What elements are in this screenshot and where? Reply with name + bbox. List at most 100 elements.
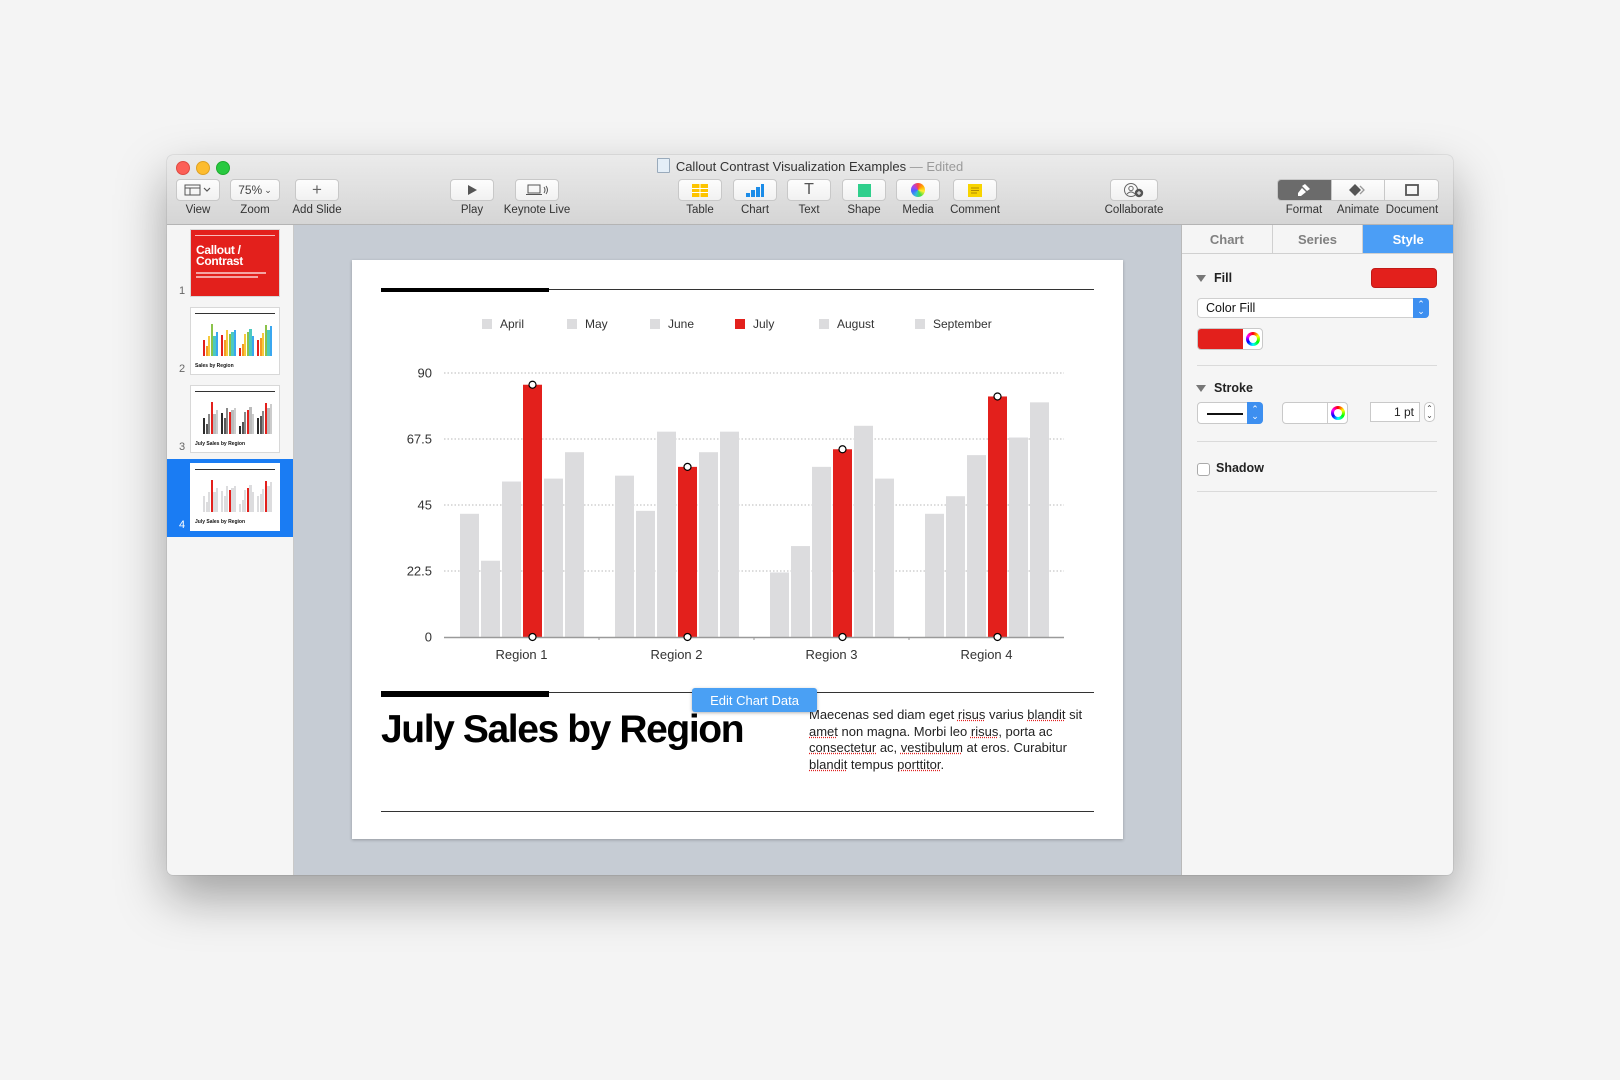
slide-3-preview: July Sales by Region (191, 386, 279, 452)
fill-color-well[interactable] (1197, 328, 1263, 350)
bar-september-region-1[interactable] (565, 452, 584, 637)
fill-color-swatch[interactable] (1371, 268, 1437, 288)
color-wheel-icon[interactable] (1246, 332, 1260, 346)
tab-chart[interactable]: Chart (1182, 225, 1273, 253)
shape-button[interactable]: Shape (842, 179, 886, 216)
bar-april-region-2[interactable] (615, 475, 634, 637)
play-button[interactable]: Play (450, 179, 494, 216)
x-tick-label: Region 2 (650, 647, 702, 662)
slide-thumbnail-4[interactable]: July Sales by Region 4 (167, 459, 293, 537)
chart-button[interactable]: Chart (733, 179, 777, 216)
body-text-run: tempus (847, 756, 898, 772)
bar-august-region-2[interactable] (699, 452, 718, 637)
collaborate-icon (1124, 182, 1144, 197)
bar-april-region-1[interactable] (460, 513, 479, 637)
bar-july-region-4[interactable] (988, 396, 1007, 637)
shape-icon (857, 183, 871, 197)
bar-july-region-3[interactable] (833, 449, 852, 637)
bar-june-region-4[interactable] (967, 455, 986, 637)
slide-body-text[interactable]: Maecenas sed diam eget risus varius blan… (809, 707, 1094, 773)
bar-july-region-2[interactable] (678, 466, 697, 637)
tab-style[interactable]: Style (1363, 225, 1453, 253)
color-wheel-icon[interactable] (1331, 406, 1345, 420)
bar-may-region-2[interactable] (636, 510, 655, 637)
bar-may-region-3[interactable] (791, 546, 810, 637)
body-text-run: , porta ac (998, 723, 1053, 739)
view-button[interactable]: View (176, 179, 220, 216)
bar-may-region-4[interactable] (946, 496, 965, 637)
x-tick-label: Region 3 (805, 647, 857, 662)
selection-handle[interactable] (683, 462, 692, 471)
add-slide-button[interactable]: + Add Slide (289, 179, 345, 216)
text-icon: T (804, 181, 814, 198)
slide-thumbnail-1[interactable]: Callout / Contrast 1 (167, 225, 293, 303)
stroke-width-stepper[interactable]: ⌃ ⌄ (1424, 402, 1435, 422)
selection-handle[interactable] (528, 380, 537, 389)
misspelled-word[interactable]: blandit (809, 757, 847, 772)
misspelled-word[interactable]: amet (809, 724, 838, 739)
fill-type-value: Color Fill (1206, 301, 1256, 315)
text-button[interactable]: T Text (787, 179, 831, 216)
format-button[interactable] (1278, 180, 1332, 200)
misspelled-word[interactable]: risus (971, 724, 998, 739)
collaborate-button[interactable]: Collaborate (1100, 179, 1168, 216)
misspelled-word[interactable]: consectetur (809, 740, 876, 755)
middle-rule-accent (381, 691, 549, 697)
tab-series[interactable]: Series (1272, 225, 1364, 253)
misspelled-word[interactable]: porttitor (897, 757, 940, 772)
bar-august-region-4[interactable] (1009, 437, 1028, 637)
edited-status[interactable]: Edited (926, 159, 963, 174)
stroke-width-field[interactable]: 1 pt (1370, 402, 1420, 422)
zoom-button[interactable]: 75% ⌄ Zoom (230, 179, 280, 216)
divider (1197, 441, 1437, 442)
selection-handle[interactable] (993, 632, 1002, 642)
selection-handle[interactable] (838, 445, 847, 454)
slide-1-title: Callout / Contrast (196, 243, 243, 268)
thumbnail-bar (252, 413, 255, 434)
bar-september-region-4[interactable] (1030, 402, 1049, 637)
misspelled-word[interactable]: vestibulum (901, 740, 963, 755)
text-label: Text (798, 204, 820, 216)
selection-handle[interactable] (683, 632, 692, 642)
bar-chart[interactable]: 0 22.5 45 67.5 90 Region 1 Region 2 Region 3 Reg… (352, 260, 1123, 670)
shadow-checkbox[interactable] (1197, 463, 1210, 476)
slide: April May June July August September 0 22.5 45 6… (352, 260, 1123, 839)
slide-thumbnail-3[interactable]: July Sales by Region 3 (167, 381, 293, 459)
keynote-live-button[interactable]: Keynote Live (501, 179, 573, 216)
bar-april-region-3[interactable] (770, 572, 789, 637)
bar-september-region-3[interactable] (875, 478, 894, 637)
bar-may-region-1[interactable] (481, 560, 500, 637)
document-button[interactable] (1385, 180, 1438, 200)
media-button[interactable]: Media (896, 179, 940, 216)
bar-april-region-4[interactable] (925, 513, 944, 637)
misspelled-word[interactable]: risus (958, 707, 985, 722)
bar-july-region-1[interactable] (523, 384, 542, 637)
slide-title[interactable]: July Sales by Region (381, 708, 745, 752)
select-stepper-icon: ⌃ ⌄ (1413, 298, 1429, 318)
table-button[interactable]: Table (678, 179, 722, 216)
slide-navigator: Callout / Contrast 1 Sales by Region 2 Ju… (167, 225, 294, 875)
misspelled-word[interactable]: blandit (1027, 707, 1065, 722)
edit-chart-data-button[interactable]: Edit Chart Data (692, 688, 817, 712)
animate-button[interactable] (1331, 180, 1386, 200)
fill-type-select[interactable]: Color Fill ⌃ ⌄ (1197, 298, 1429, 318)
comment-button[interactable]: Comment (947, 179, 1003, 216)
bar-august-region-3[interactable] (854, 425, 873, 637)
slide-thumbnail-2[interactable]: Sales by Region 2 (167, 303, 293, 381)
chart-icon (746, 183, 764, 197)
disclosure-triangle-icon (1196, 384, 1206, 392)
selection-handle[interactable] (993, 392, 1002, 401)
bar-june-region-3[interactable] (812, 466, 831, 637)
bar-august-region-1[interactable] (544, 478, 563, 637)
bar-june-region-1[interactable] (502, 481, 521, 637)
fill-section-toggle[interactable]: Fill (1196, 271, 1232, 285)
inspector-mode-control: Format Animate Document (1277, 179, 1439, 216)
selection-handle[interactable] (528, 632, 537, 642)
bar-june-region-2[interactable] (657, 431, 676, 637)
stroke-color-well[interactable] (1282, 402, 1348, 424)
bar-september-region-2[interactable] (720, 431, 739, 637)
stroke-section-toggle[interactable]: Stroke (1196, 381, 1253, 395)
sidebar-view-icon (184, 184, 211, 196)
stroke-style-select[interactable]: ⌃ ⌄ (1197, 402, 1263, 424)
selection-handle[interactable] (838, 632, 847, 642)
